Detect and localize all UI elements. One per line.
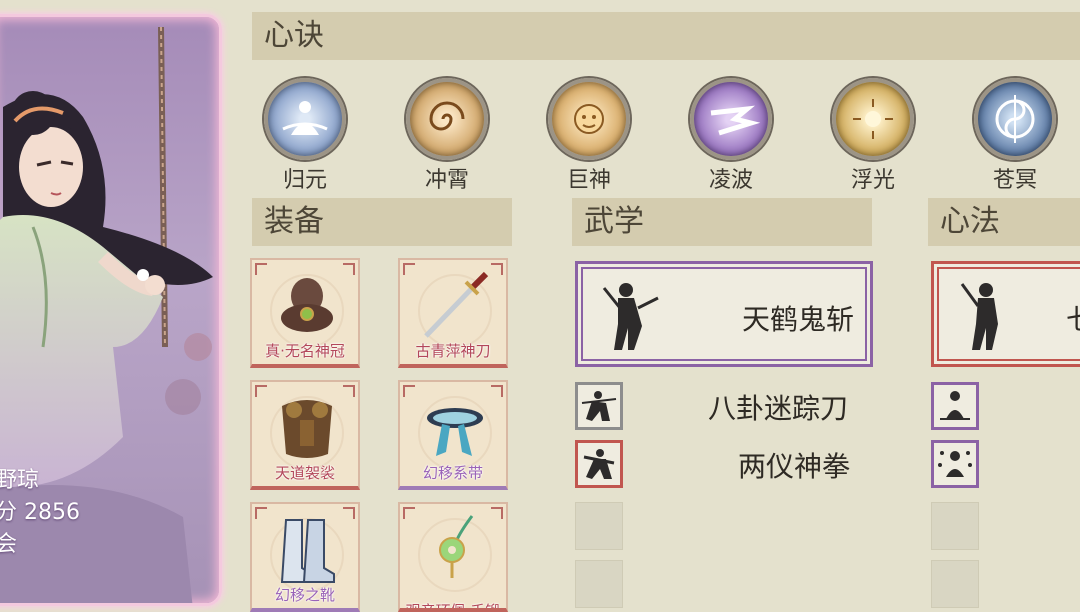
equipment-slot-boots[interactable]: 幻移之靴 [250, 502, 360, 612]
corner-ornament [255, 507, 267, 519]
equipment-slot-accessory[interactable]: 观音环佩·千锻 [398, 502, 508, 612]
meditation-aura-icon [938, 451, 972, 477]
wuxue-empty-slot[interactable] [575, 502, 623, 550]
xinjue-skill-jushen[interactable]: 巨神 [546, 78, 632, 194]
xinjue-skill-chongxiao[interactable]: 冲霄 [404, 78, 490, 194]
equipment-name: 古青萍神刀 [415, 342, 491, 360]
equipment-name: 幻移之靴 [274, 586, 335, 604]
wuxue-main-skill[interactable]: 天鹤鬼斩 [575, 261, 873, 367]
blade-stance-icon [581, 391, 617, 421]
corner-ornament [343, 385, 355, 397]
xinjue-label: 浮光 [850, 168, 895, 193]
section-header-wuxue: 武学 [572, 198, 872, 246]
character-portrait-card[interactable]: 野琼 分 2856 会 [0, 14, 222, 606]
jade-pendant-icon [439, 515, 474, 578]
section-header-xinfa: 心法 [928, 198, 1080, 246]
equipment-slot-head[interactable]: 真·无名神冠 [250, 258, 360, 368]
equipment-slot-belt[interactable]: 幻移系带 [398, 380, 508, 490]
meditation-icon [264, 78, 346, 160]
section-header-xinjue: 心诀 [252, 12, 1080, 60]
equipment-slot-weapon[interactable]: 古青萍神刀 [398, 258, 508, 368]
corner-ornament [491, 263, 503, 275]
hair-crown-icon [281, 278, 333, 332]
xinjue-skill-guiyuan[interactable]: 归元 [262, 78, 348, 194]
god-face-icon [548, 78, 630, 160]
xinfa-empty-slot[interactable] [931, 502, 979, 550]
belt-icon [427, 408, 483, 456]
wuxue-sub-slot-2[interactable] [575, 440, 623, 488]
corner-ornament [343, 507, 355, 519]
xinfa-sub-slot-1[interactable] [931, 382, 979, 430]
corner-ornament [491, 385, 503, 397]
xinfa-main-skill[interactable]: 七 [931, 261, 1080, 367]
xinfa-empty-slot[interactable] [931, 560, 979, 608]
xinjue-label: 苍冥 [992, 168, 1037, 193]
sword-icon [424, 271, 489, 338]
corner-ornament [403, 385, 415, 397]
character-name: 野琼 [0, 468, 40, 493]
wuxue-empty-slot[interactable] [575, 560, 623, 608]
equipment-name: 观音环佩·千锻 [405, 602, 501, 612]
xinjue-skill-lingbo[interactable]: 凌波 [688, 78, 774, 194]
corner-ornament [403, 263, 415, 275]
corner-ornament [255, 263, 267, 275]
armor-icon [282, 400, 332, 458]
character-info: 野琼 分 2856 会 [0, 465, 80, 561]
swirl-icon [406, 78, 488, 160]
equipment-name: 天道袈裟 [274, 464, 335, 482]
xinjue-label: 巨神 [566, 168, 611, 193]
wuxue-sub-label-1: 八卦迷踪刀 [708, 392, 849, 425]
xinfa-main-label: 七 [1066, 298, 1080, 338]
section-header-equipment: 装备 [252, 198, 512, 246]
character-guild: 会 [0, 529, 80, 561]
xinjue-label: 冲霄 [424, 168, 469, 193]
wuxue-main-label: 天鹤鬼斩 [741, 303, 854, 336]
boots-icon [280, 519, 335, 583]
wuxue-sub-slot-1[interactable] [575, 382, 623, 430]
xinjue-label: 凌波 [708, 168, 753, 193]
xinjue-skill-fuguang[interactable]: 浮光 [830, 78, 916, 194]
equipment-name: 真·无名神冠 [265, 342, 345, 360]
equipment-name: 幻移系带 [422, 464, 483, 482]
xinjue-skill-cangming[interactable]: 苍冥 [972, 78, 1058, 194]
light-burst-icon [832, 78, 914, 160]
corner-ornament [403, 507, 415, 519]
meditation-icon [940, 391, 970, 420]
corner-ornament [491, 507, 503, 519]
martial-pose-icon [960, 283, 998, 350]
xinjue-label: 归元 [282, 168, 327, 193]
xinfa-sub-slot-2[interactable] [931, 440, 979, 488]
equipment-slot-armor[interactable]: 天道袈裟 [250, 380, 360, 490]
fist-stance-icon [583, 449, 615, 479]
corner-ornament [343, 263, 355, 275]
corner-ornament [255, 385, 267, 397]
swordsman-icon [602, 283, 659, 350]
wuxue-sub-label-2: 两仪神拳 [738, 450, 851, 483]
character-score: 分 2856 [0, 500, 80, 525]
wave-step-icon [690, 78, 772, 160]
yin-yang-sword-icon [974, 78, 1056, 160]
